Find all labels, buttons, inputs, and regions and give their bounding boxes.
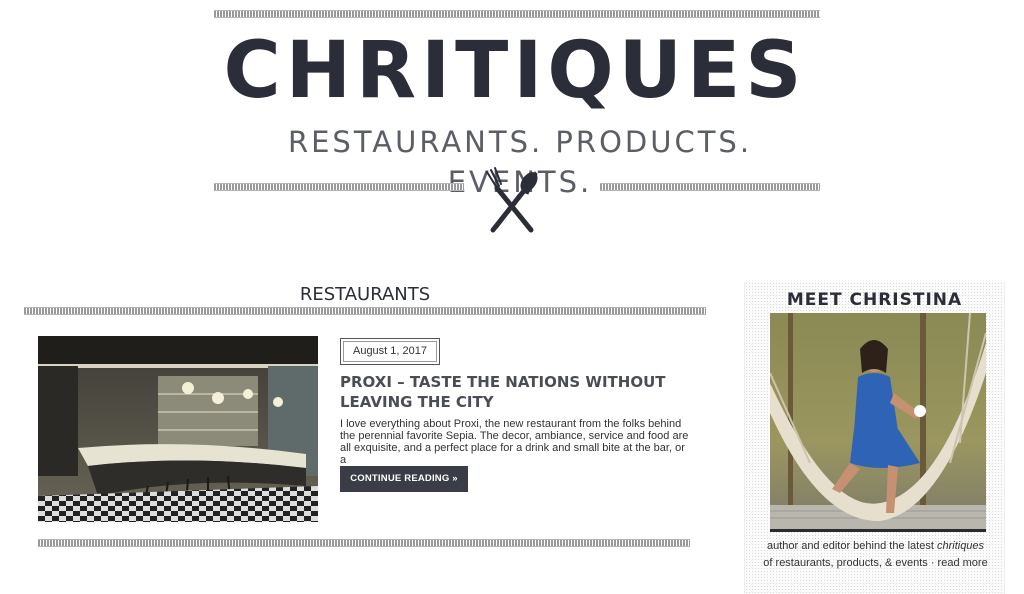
sidebar-about: MEET CHRISTINA author and editor behind …: [744, 282, 1005, 594]
continue-reading-button[interactable]: CONTINUE READING »: [340, 466, 468, 492]
author-photo-image: [770, 313, 986, 529]
page: CHRITIQUES RESTAURANTS. PRODUCTS. EVENTS…: [0, 0, 1024, 594]
restaurant-interior-image: [38, 336, 318, 522]
author-bio: author and editor behind the latest chri…: [763, 538, 988, 572]
bio-prefix: author and editor behind the latest: [766, 540, 937, 552]
read-more-link[interactable]: read more: [938, 557, 988, 569]
bio-suffix: of restaurants, products, & events ·: [763, 557, 938, 569]
profile-photo[interactable]: [770, 313, 986, 529]
section-title[interactable]: RESTAURANTS: [0, 284, 730, 305]
post-date: August 1, 2017: [340, 338, 440, 365]
site-logo-title[interactable]: CHRITIQUES: [210, 26, 820, 116]
post-bottom-rule: [38, 539, 690, 547]
header-top-rule: [214, 10, 820, 18]
photo-divider: [770, 529, 986, 532]
section-rule: [24, 307, 706, 315]
header-right-rule: [600, 183, 820, 191]
bio-brand: chritiques: [936, 540, 985, 552]
post-excerpt: I love everything about Proxi, the new r…: [340, 418, 689, 466]
header-left-rule: [214, 183, 464, 191]
fork-knife-spoon-icon: [486, 167, 538, 233]
post-title-link[interactable]: PROXI – TASTE THE NATIONS WITHOUT LEAVIN…: [340, 372, 680, 412]
sidebar-title: MEET CHRISTINA: [786, 290, 963, 310]
post-featured-image[interactable]: [38, 336, 318, 522]
